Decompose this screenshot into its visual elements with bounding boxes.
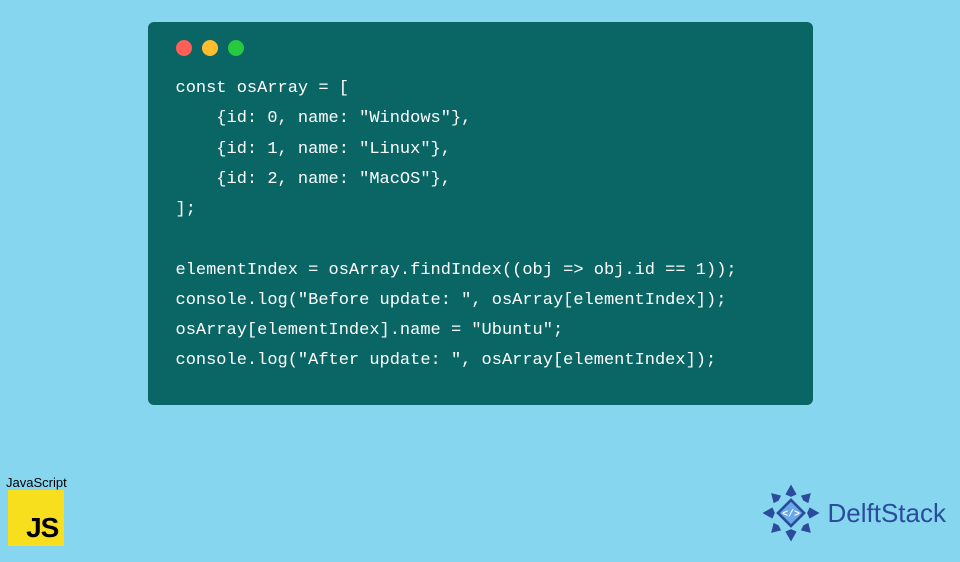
window-controls <box>176 40 785 56</box>
delftstack-brand: </> DelftStack <box>760 482 947 544</box>
maximize-icon <box>228 40 244 56</box>
delftstack-name: DelftStack <box>828 498 947 529</box>
code-window: const osArray = [ {id: 0, name: "Windows… <box>148 22 813 405</box>
javascript-badge: JavaScript JS <box>6 475 67 546</box>
svg-text:</>: </> <box>782 509 800 520</box>
delftstack-logo-icon: </> <box>760 482 822 544</box>
close-icon <box>176 40 192 56</box>
code-block: const osArray = [ {id: 0, name: "Windows… <box>176 74 785 377</box>
minimize-icon <box>202 40 218 56</box>
javascript-label: JavaScript <box>6 475 67 490</box>
javascript-logo-icon: JS <box>8 490 64 546</box>
javascript-logo-text: JS <box>26 512 58 544</box>
